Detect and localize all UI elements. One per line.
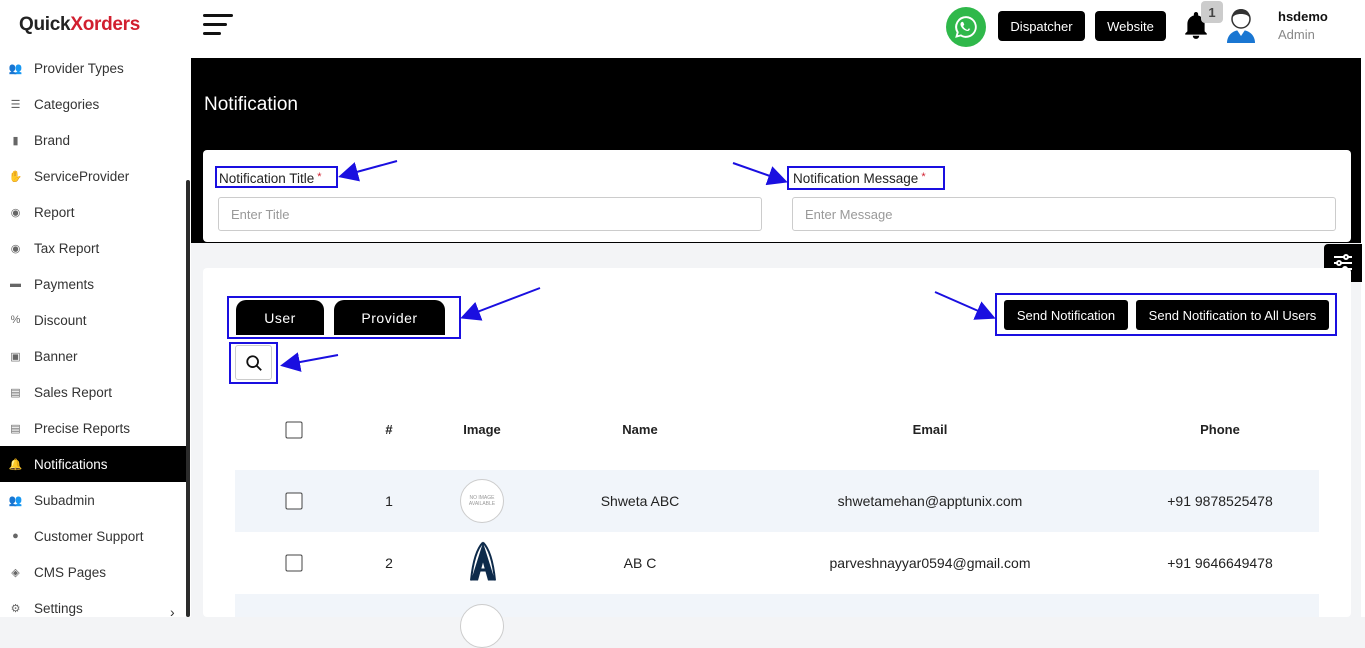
annotation-arrows (280, 160, 996, 372)
